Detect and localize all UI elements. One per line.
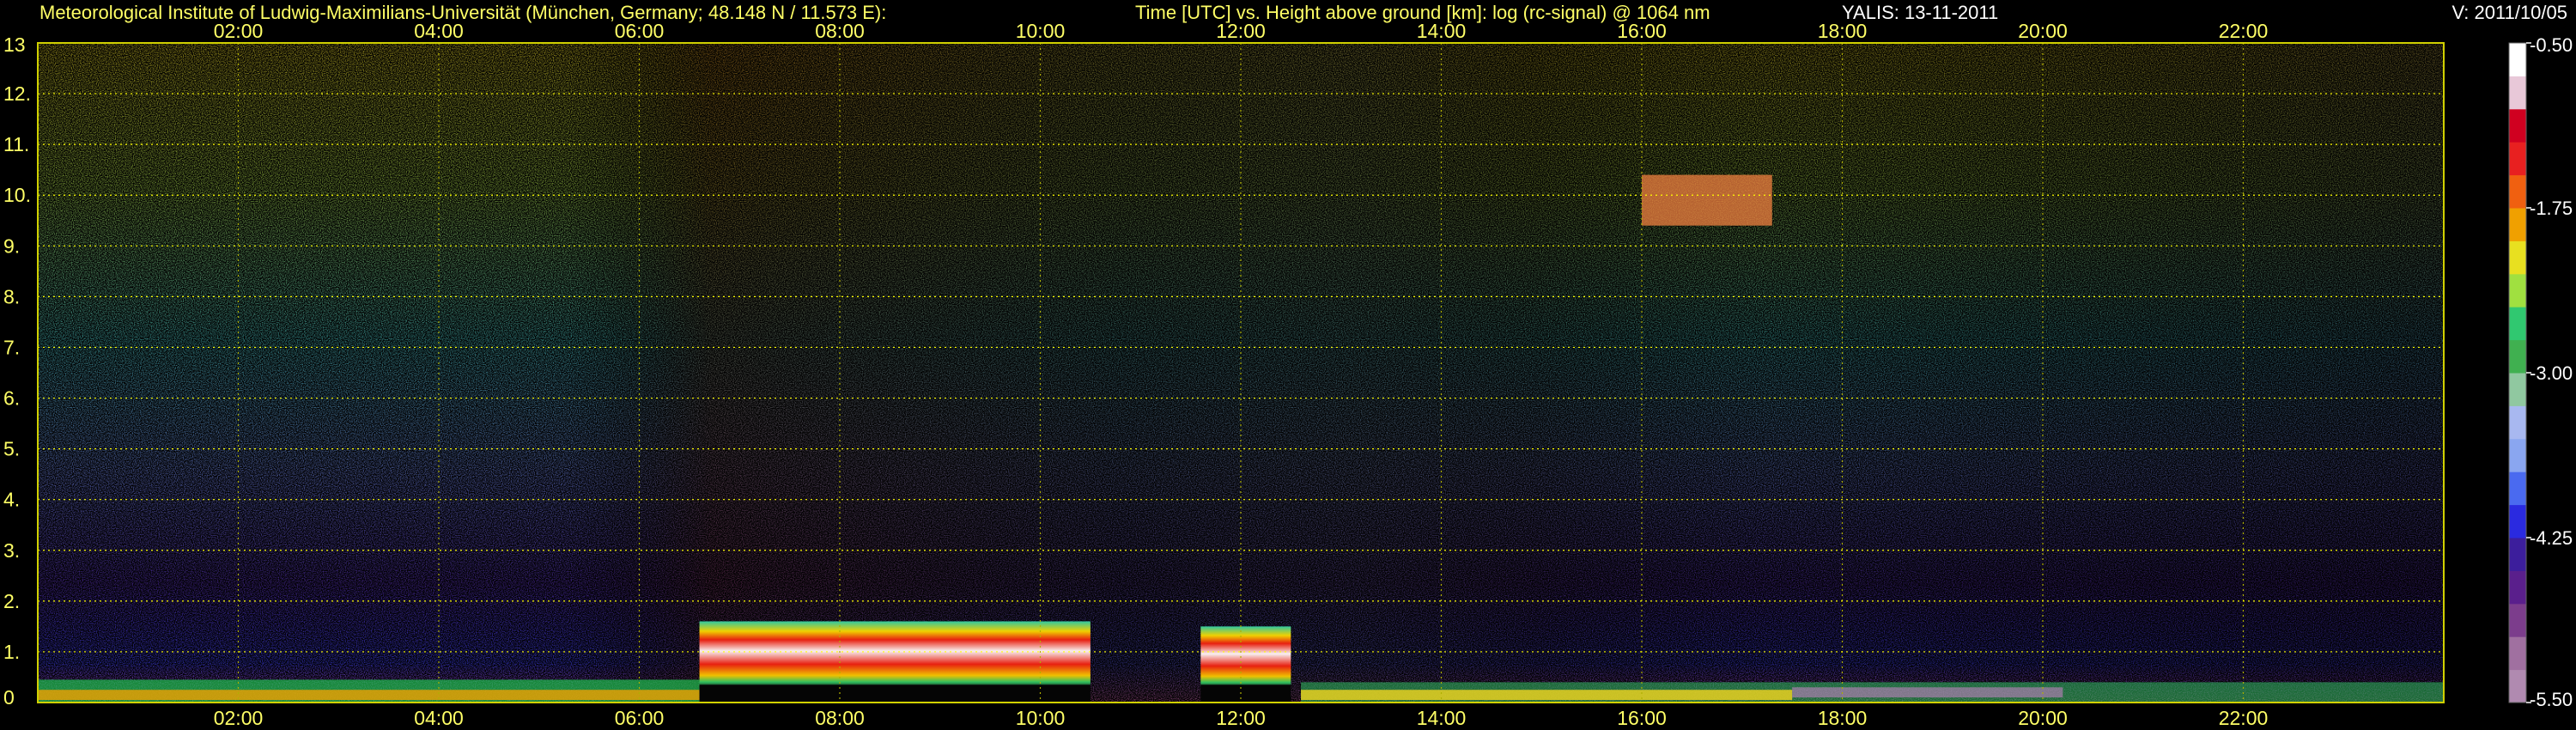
colorbar-swatch [2509, 636, 2526, 671]
colorbar-swatch [2509, 76, 2526, 110]
y-tick-label: 4. [3, 489, 20, 511]
x-tick-label-bottom: 08:00 [815, 707, 865, 729]
colorbar-tick-label: -4.25 [2530, 527, 2573, 549]
header-description: Time [UTC] vs. Height above ground [km]:… [1135, 2, 1710, 23]
colorbar-tick-label: -1.75 [2530, 198, 2573, 219]
colorbar-swatch [2509, 405, 2526, 440]
header-institute: Meteorological Institute of Ludwig-Maxim… [39, 2, 886, 23]
colorbar-swatch [2509, 43, 2526, 76]
x-tick-label-top: 22:00 [2219, 20, 2269, 42]
colorbar-swatch [2509, 603, 2526, 637]
colorbar-swatch [2509, 208, 2526, 241]
colorbar-swatch [2509, 108, 2526, 143]
lidar-quicklook: 02:00 04:00 06:00 08:00 10:00 12:00 14:00 16:00… [0, 0, 2576, 730]
surface-layer-afternoon [1301, 690, 1793, 701]
evening-layer [1792, 687, 2063, 698]
colorbar-tick-label: -3.00 [2530, 362, 2573, 384]
y-tick-label: 11. [3, 133, 29, 155]
x-tick-label-top: 10:00 [1016, 20, 1066, 42]
header-instrument-date: YALIS: 13-11-2011 [1842, 2, 1998, 23]
y-tick-label: 1. [3, 641, 20, 663]
y-tick-label: 13 [3, 33, 26, 56]
x-tick-label-bottom: 18:00 [1818, 707, 1868, 729]
colorbar-swatch [2509, 174, 2526, 209]
cloud-base-shadow-1 [699, 684, 1091, 703]
colorbar-tick-label: -5.50 [2530, 689, 2573, 710]
y-tick-label: 8. [3, 285, 20, 307]
x-tick-label-bottom: 10:00 [1016, 707, 1066, 729]
colorbar-swatch [2509, 438, 2526, 472]
x-tick-label-bottom: 02:00 [214, 707, 264, 729]
x-tick-label-bottom: 04:00 [414, 707, 464, 729]
y-tick-label: 6. [3, 387, 20, 410]
colorbar-swatch [2509, 240, 2526, 275]
cloud-layer-segment-1 [699, 621, 1091, 688]
colorbar-tick-label: -0.50 [2530, 34, 2573, 56]
x-tick-label-bottom: 14:00 [1417, 707, 1467, 729]
colorbar-swatch [2509, 504, 2526, 538]
y-tick-label: 7. [3, 336, 20, 358]
x-tick-label-bottom: 06:00 [615, 707, 665, 729]
cloud-base-shadow-2 [1200, 684, 1291, 703]
colorbar-swatch [2509, 471, 2526, 506]
y-tick-label: 3. [3, 539, 20, 562]
x-tick-label-bottom: 16:00 [1617, 707, 1667, 729]
x-tick-label-bottom: 12:00 [1216, 707, 1266, 729]
colorbar-swatch [2509, 570, 2526, 605]
y-tick-label: 5. [3, 438, 20, 460]
y-tick-label: 10. [3, 184, 31, 206]
header-version: V: 2011/10/05 [2451, 2, 2567, 23]
y-tick-label: 2. [3, 590, 20, 612]
y-tick-label: 12. [3, 82, 31, 105]
x-tick-label-top: 20:00 [2018, 20, 2068, 42]
x-tick-label-bottom: 22:00 [2219, 707, 2269, 729]
x-tick-label-bottom: 20:00 [2018, 707, 2068, 729]
colorbar-swatch [2509, 538, 2526, 571]
surface-layer-morning [38, 690, 700, 701]
cloud-layer-segment-2 [1200, 626, 1291, 688]
colorbar-swatch [2509, 669, 2526, 703]
lidar-heatmap-chart: 02:00 04:00 06:00 08:00 10:00 12:00 14:00 16:00… [0, 0, 2576, 730]
colorbar-swatch [2509, 307, 2526, 341]
y-tick-label: 0 [3, 686, 15, 709]
colorbar-swatch [2509, 373, 2526, 406]
colorbar-swatch [2509, 142, 2526, 176]
cirrus-patch [1642, 174, 1772, 226]
colorbar-swatch [2509, 339, 2526, 374]
colorbar-swatch [2509, 273, 2526, 307]
y-tick-label: 9. [3, 234, 20, 257]
